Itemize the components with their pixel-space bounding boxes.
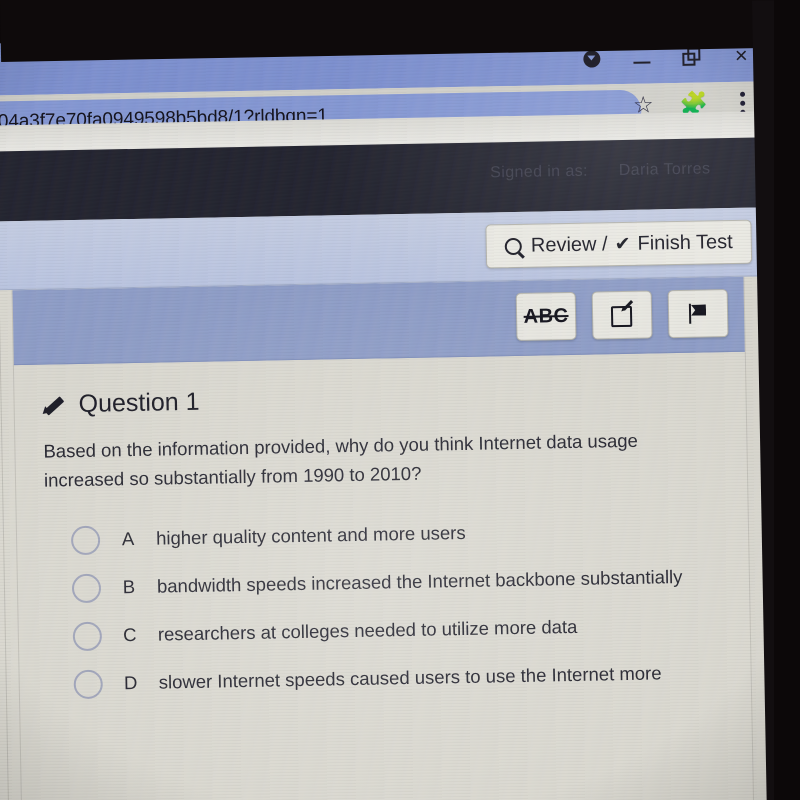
review-finish-test-button[interactable]: Review / ✔ Finish Test bbox=[485, 219, 753, 269]
eliminate-answer-button[interactable]: ABC bbox=[515, 291, 577, 341]
eliminate-label: ABC bbox=[523, 304, 569, 328]
option-letter-a: A bbox=[121, 528, 135, 550]
flag-question-button[interactable] bbox=[667, 289, 729, 339]
pin-dropdown-icon[interactable] bbox=[580, 47, 602, 69]
option-letter-c: C bbox=[122, 624, 137, 646]
minimize-button[interactable] bbox=[630, 46, 652, 68]
option-letter-b: B bbox=[122, 576, 136, 598]
page-body: A B C Question 1 Based on the information … bbox=[0, 276, 781, 800]
question-prompt: Based on the information provided, why d… bbox=[43, 429, 639, 491]
question-title: Question 1 bbox=[78, 387, 200, 418]
option-text-a: higher quality content and more users bbox=[155, 522, 466, 549]
option-text-c: researchers at colleges needed to utiliz… bbox=[157, 616, 578, 645]
monitor-bezel-right bbox=[774, 0, 800, 800]
browser-window: × 604a3f7e70fa0949598b5bd8/1?rldbqn=1 ☆ … bbox=[0, 29, 781, 800]
radio-button-b[interactable] bbox=[71, 573, 102, 603]
answer-options: A higher quality content and more users … bbox=[70, 505, 721, 709]
question-card: A B C Question 1 Based on the information … bbox=[11, 276, 755, 800]
question-content: Question 1 Based on the information prov… bbox=[14, 352, 751, 710]
radio-button-c[interactable] bbox=[72, 621, 103, 651]
screen-photo: × 604a3f7e70fa0949598b5bd8/1?rldbqn=1 ☆ … bbox=[0, 0, 800, 800]
close-button[interactable]: × bbox=[730, 43, 752, 68]
signed-in-status: Signed in as: Daria Torres bbox=[490, 160, 711, 182]
radio-button-d[interactable] bbox=[73, 669, 104, 699]
flag-icon bbox=[687, 302, 709, 324]
annotate-button[interactable] bbox=[591, 290, 653, 340]
restore-button[interactable] bbox=[680, 46, 702, 68]
option-text-b: bandwidth speeds increased the Internet … bbox=[156, 566, 683, 597]
option-text-d: slower Internet speeds caused users to u… bbox=[158, 662, 662, 693]
radio-button-a[interactable] bbox=[70, 525, 101, 555]
signed-in-label: Signed in as: bbox=[490, 162, 589, 182]
question-heading: Question 1 bbox=[39, 378, 715, 419]
option-letter-d: D bbox=[123, 672, 138, 694]
question-card-header: ABC bbox=[12, 276, 745, 366]
check-icon: ✔ bbox=[614, 233, 631, 255]
window-controls: × bbox=[580, 36, 753, 79]
pencil-icon bbox=[39, 393, 66, 417]
search-icon bbox=[504, 237, 523, 255]
review-label: Review / bbox=[530, 232, 608, 257]
question-tools: ABC bbox=[515, 289, 729, 341]
edit-pencil-square-icon bbox=[610, 300, 634, 328]
finish-test-label: Finish Test bbox=[637, 230, 733, 255]
user-name: Daria Torres bbox=[618, 160, 711, 180]
